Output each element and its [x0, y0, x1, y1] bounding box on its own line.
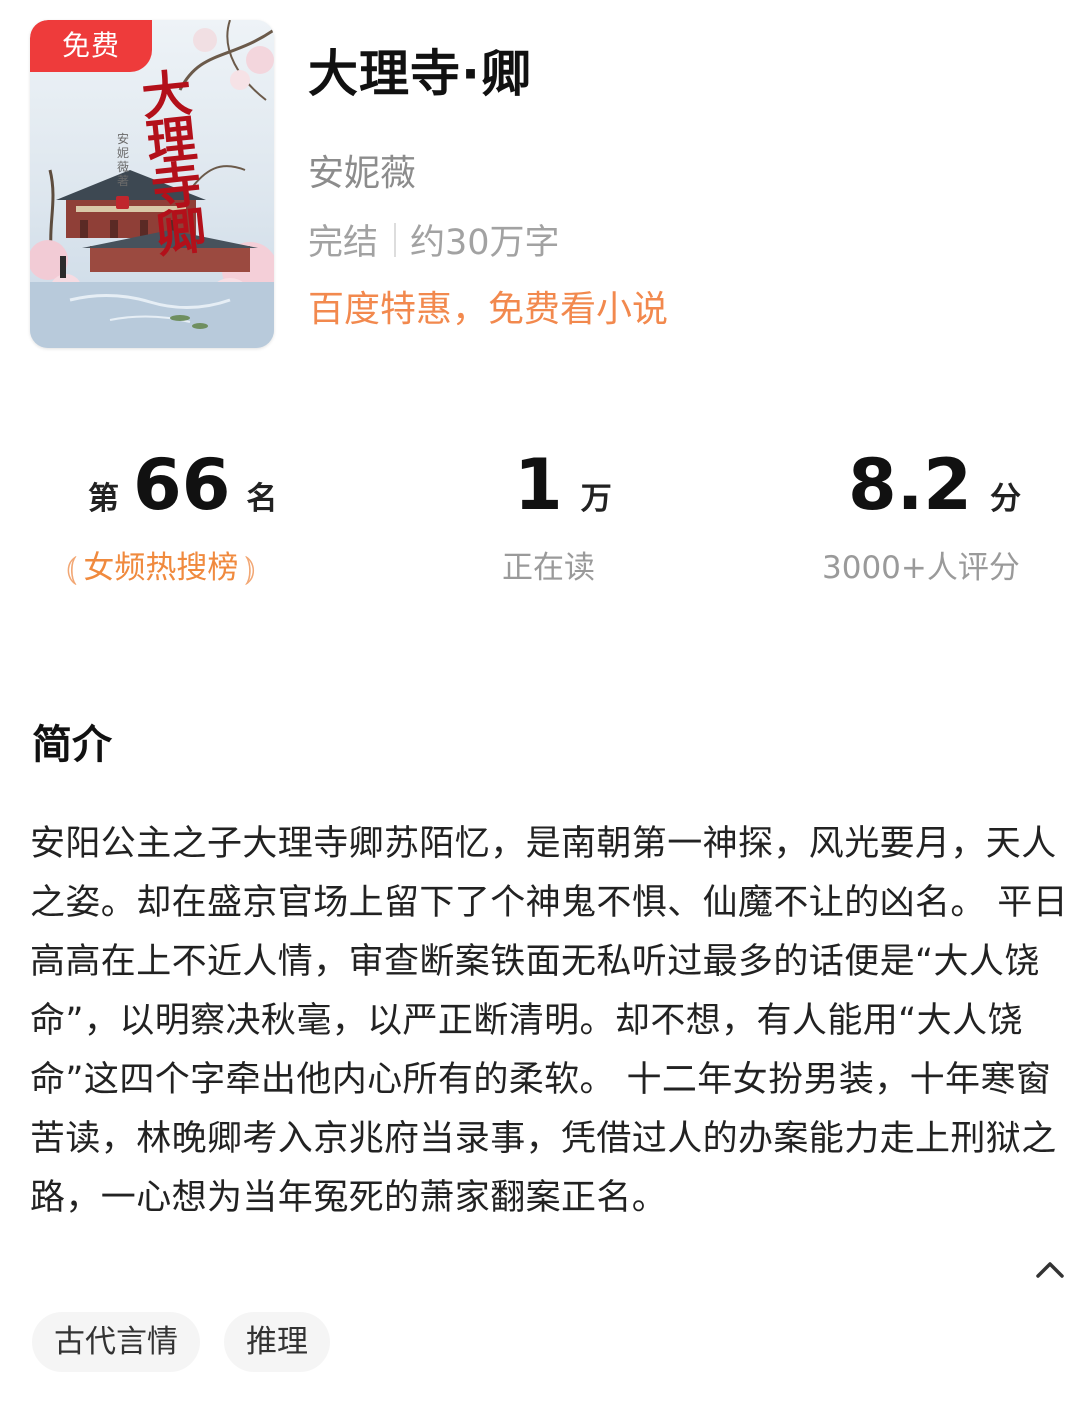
readers-label: 正在读 [502, 550, 595, 586]
tag-item[interactable]: 推理 [224, 1312, 330, 1372]
book-word-count: 约30万字 [410, 223, 560, 263]
book-cover[interactable]: 免费 安妮薇著 大理寺卿 [30, 20, 274, 348]
meta-divider [394, 222, 397, 257]
score-stat[interactable]: 8.2 分 [848, 440, 1021, 530]
intro-heading: 简介 [32, 722, 112, 768]
chevron-up-icon[interactable] [1032, 1252, 1068, 1288]
book-status: 完结 [308, 223, 379, 263]
free-badge: 免费 [30, 20, 152, 72]
score-value: 8.2 [848, 444, 973, 526]
cover-seal [116, 196, 129, 209]
promo-text: 百度特惠，免费看小说 [308, 289, 669, 330]
rank-prefix: 第 [88, 481, 119, 517]
tag-list: 古代言情 推理 [32, 1312, 354, 1372]
readers-stat: 1 万 [514, 440, 612, 530]
tag-item[interactable]: 古代言情 [32, 1312, 200, 1372]
rank-stat[interactable]: 第 66 名 [88, 440, 277, 530]
score-unit: 分 [990, 481, 1022, 517]
rank-list-label[interactable]: ⦅ 女频热搜榜 ⦆ [66, 546, 256, 590]
rank-list-name: 女频热搜榜 [83, 550, 239, 586]
laurel-right-icon: ⦆ [244, 548, 256, 588]
laurel-left-icon: ⦅ [66, 548, 78, 588]
score-label: 3000+人评分 [822, 550, 1020, 586]
cover-author-text: 安妮薇著 [116, 132, 129, 188]
book-title: 大理寺·卿 [308, 45, 532, 103]
readers-unit: 万 [580, 481, 612, 517]
intro-text: 安阳公主之子大理寺卿苏陌忆，是南朝第一神探，风光要月，天人之姿。却在盛京官场上留… [30, 824, 1069, 1218]
rank-suffix: 名 [246, 481, 278, 517]
readers-value: 1 [514, 444, 563, 526]
stats-bar: 第 66 名 ⦅ 女频热搜榜 ⦆ 1 万 正在读 8.2 分 3000+人评分 [0, 440, 1080, 610]
book-author[interactable]: 安妮薇 [308, 144, 416, 196]
book-header: 免费 安妮薇著 大理寺卿 大理寺·卿 安妮薇 完结 约30万字 百度特惠，免费看… [0, 0, 1080, 390]
book-meta: 完结 约30万字 [308, 214, 560, 265]
rank-value: 66 [133, 444, 231, 526]
